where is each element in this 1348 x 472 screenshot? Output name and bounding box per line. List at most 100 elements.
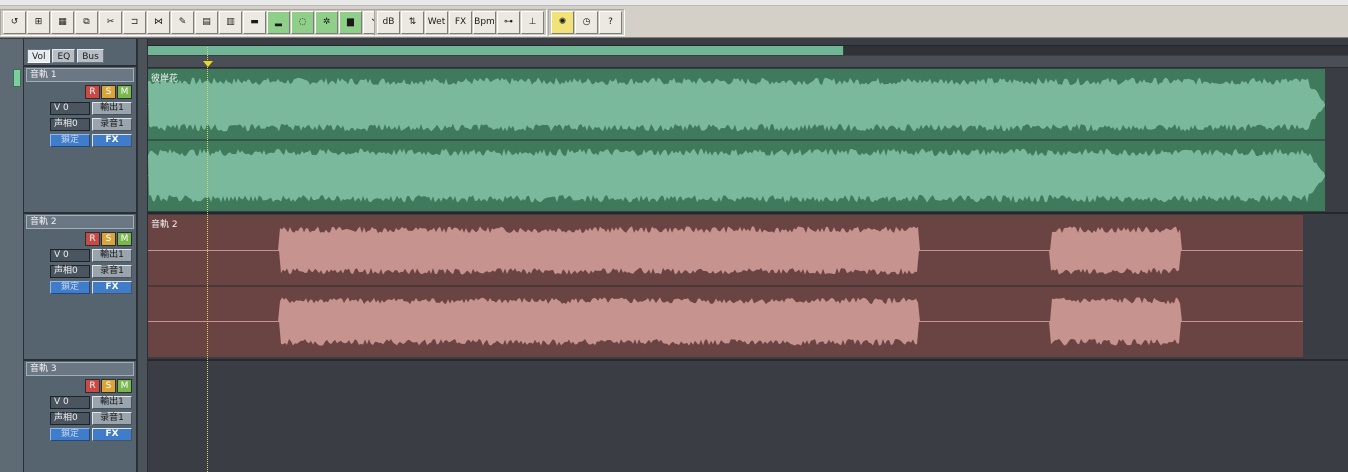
volume-field[interactable]: V 0 [50, 102, 90, 115]
track-name[interactable]: 音軌 3 [26, 362, 134, 376]
volume-field[interactable]: V 0 [50, 396, 90, 409]
mute-button[interactable]: M [117, 85, 132, 99]
output-button[interactable]: 輸出1 [92, 249, 132, 262]
output-button[interactable]: 輸出1 [92, 396, 132, 409]
track-name[interactable]: 音軌 2 [26, 215, 134, 229]
panel-divider [24, 65, 136, 67]
loop-icon[interactable]: ⧉ [75, 11, 98, 34]
solo-button[interactable]: S [101, 232, 116, 246]
help-icon[interactable]: ? [599, 11, 622, 34]
pan-field[interactable]: 声相0 [50, 118, 90, 131]
audio-clip-track-1[interactable]: 彼岸花 [148, 69, 1325, 211]
fx-icon[interactable]: FX [449, 11, 472, 34]
toolbar-group-options: ✺ ◷? [548, 9, 625, 36]
record-arm-button[interactable]: R [85, 232, 100, 246]
lock-fx-row: 鎖定 FX [50, 281, 134, 294]
pan-row: 声相0 录音1 [50, 412, 134, 425]
track-rsm-buttons: RSM [85, 232, 132, 246]
settings-icon[interactable]: ✺ [551, 11, 574, 34]
playhead-cursor-line [207, 47, 208, 472]
db-gain-icon[interactable]: dB [377, 11, 400, 34]
overview-visible-range[interactable] [148, 46, 844, 55]
grid-icon[interactable]: ▦ [51, 11, 74, 34]
clip-label: 音軌 2 [151, 220, 178, 230]
playhead-marker[interactable] [203, 61, 213, 67]
cut-icon[interactable]: ✂ [99, 11, 122, 34]
track-strip-3: 音軌 3RSMV 0 輸出1 声相0 录音1 鎖定 FX [26, 362, 134, 441]
lock-button[interactable]: 鎖定 [50, 428, 90, 441]
timeline-area[interactable]: 彼岸花 音軌 2 [148, 39, 1348, 472]
reverse-icon[interactable]: ⇅ [401, 11, 424, 34]
split-icon[interactable]: ⊐ [123, 11, 146, 34]
pan-row: 声相0 录音1 [50, 265, 134, 278]
solo-button[interactable]: S [101, 85, 116, 99]
eq-slider-icon[interactable]: ⊥ [521, 11, 544, 34]
panel-tabs: Vol EQ Bus [27, 49, 104, 63]
fx-button[interactable]: FX [92, 134, 132, 147]
volume-row: V 0 輸出1 [50, 102, 134, 115]
mute-clip-icon[interactable]: ⋈ [147, 11, 170, 34]
waveform-track-2 [148, 215, 1303, 357]
selected-track-marker[interactable] [13, 69, 21, 87]
record-arm-button[interactable]: R [85, 379, 100, 393]
track-control-panel: Vol EQ Bus 音軌 1RSMV 0 輸出1 声相0 录音1 鎖定 FX 音軌 2RS… [24, 39, 138, 472]
mute-button[interactable]: M [117, 379, 132, 393]
vertical-track-scroll[interactable] [138, 39, 148, 472]
record-input-button[interactable]: 录音1 [92, 412, 132, 425]
volume-field[interactable]: V 0 [50, 249, 90, 262]
wet-icon[interactable]: Wet [425, 11, 448, 34]
record-input-button[interactable]: 录音1 [92, 118, 132, 131]
time-ruler[interactable] [148, 56, 1348, 68]
lock-fx-row: 鎖定 FX [50, 428, 134, 441]
waveform-track-1 [148, 69, 1325, 211]
mute-button[interactable]: M [117, 232, 132, 246]
pan-field[interactable]: 声相0 [50, 265, 90, 278]
track-rsm-buttons: RSM [85, 85, 132, 99]
track-name[interactable]: 音軌 1 [26, 68, 134, 82]
snap-icon[interactable]: ✲ [315, 11, 338, 34]
record-input-button[interactable]: 录音1 [92, 265, 132, 278]
track-rsm-buttons: RSM [85, 379, 132, 393]
track-strip-2: 音軌 2RSMV 0 輸出1 声相0 录音1 鎖定 FX [26, 215, 134, 294]
audio-editor-window: ↺⊞▦⧉✂⊐⋈✎▤▥▬▂◌✲▆➘ dB⇅WetFXBpm⊶⊥ ✺◷? Vol E… [0, 0, 1348, 472]
clock-icon[interactable]: ◷ [575, 11, 598, 34]
volume-row: V 0 輸出1 [50, 396, 134, 409]
overview-bar[interactable] [148, 45, 1348, 55]
toolbar-group-effects: dB ⇅ Wet FX Bpm ⊶ ⊥ [374, 9, 547, 36]
bpm-icon[interactable]: Bpm [473, 11, 496, 34]
fx-button[interactable]: FX [92, 281, 132, 294]
pencil-icon[interactable]: ✎ [171, 11, 194, 34]
pan-row: 声相0 录音1 [50, 118, 134, 131]
panel-divider [24, 212, 136, 214]
fx-button[interactable]: FX [92, 428, 132, 441]
track-divider [148, 359, 1348, 361]
record-icon[interactable]: ◌ [291, 11, 314, 34]
spectrum-icon[interactable]: ▂ [267, 11, 290, 34]
select-icon[interactable]: ⊞ [27, 11, 50, 34]
tab-vol[interactable]: Vol [27, 49, 51, 63]
output-button[interactable]: 輸出1 [92, 102, 132, 115]
audio-clip-track-2[interactable]: 音軌 2 [148, 215, 1303, 357]
track-divider [148, 212, 1348, 214]
clip-label: 彼岸花 [151, 74, 179, 84]
panel-divider [24, 359, 136, 361]
level-icon[interactable]: ▆ [339, 11, 362, 34]
pan-field[interactable]: 声相0 [50, 412, 90, 425]
tab-bus[interactable]: Bus [77, 49, 104, 63]
tab-eq[interactable]: EQ [52, 49, 76, 63]
track-selector-strip [0, 39, 24, 472]
toolbar: ↺⊞▦⧉✂⊐⋈✎▤▥▬▂◌✲▆➘ dB⇅WetFXBpm⊶⊥ ✺◷? [0, 6, 1348, 38]
undo-icon[interactable]: ↺ [3, 11, 26, 34]
tempo-icon[interactable]: ⊶ [497, 11, 520, 34]
volume-row: V 0 輸出1 [50, 249, 134, 262]
lock-fx-row: 鎖定 FX [50, 134, 134, 147]
track-add-icon[interactable]: ▥ [219, 11, 242, 34]
lock-button[interactable]: 鎖定 [50, 134, 90, 147]
solo-button[interactable]: S [101, 379, 116, 393]
arrange-icon[interactable]: ▬ [243, 11, 266, 34]
mixdown-icon[interactable]: ▤ [195, 11, 218, 34]
lock-button[interactable]: 鎖定 [50, 281, 90, 294]
toolbar-group-edit: ↺⊞▦⧉✂⊐⋈✎▤▥▬▂◌✲▆➘ [0, 9, 389, 36]
track-strip-1: 音軌 1RSMV 0 輸出1 声相0 录音1 鎖定 FX [26, 68, 134, 147]
record-arm-button[interactable]: R [85, 85, 100, 99]
